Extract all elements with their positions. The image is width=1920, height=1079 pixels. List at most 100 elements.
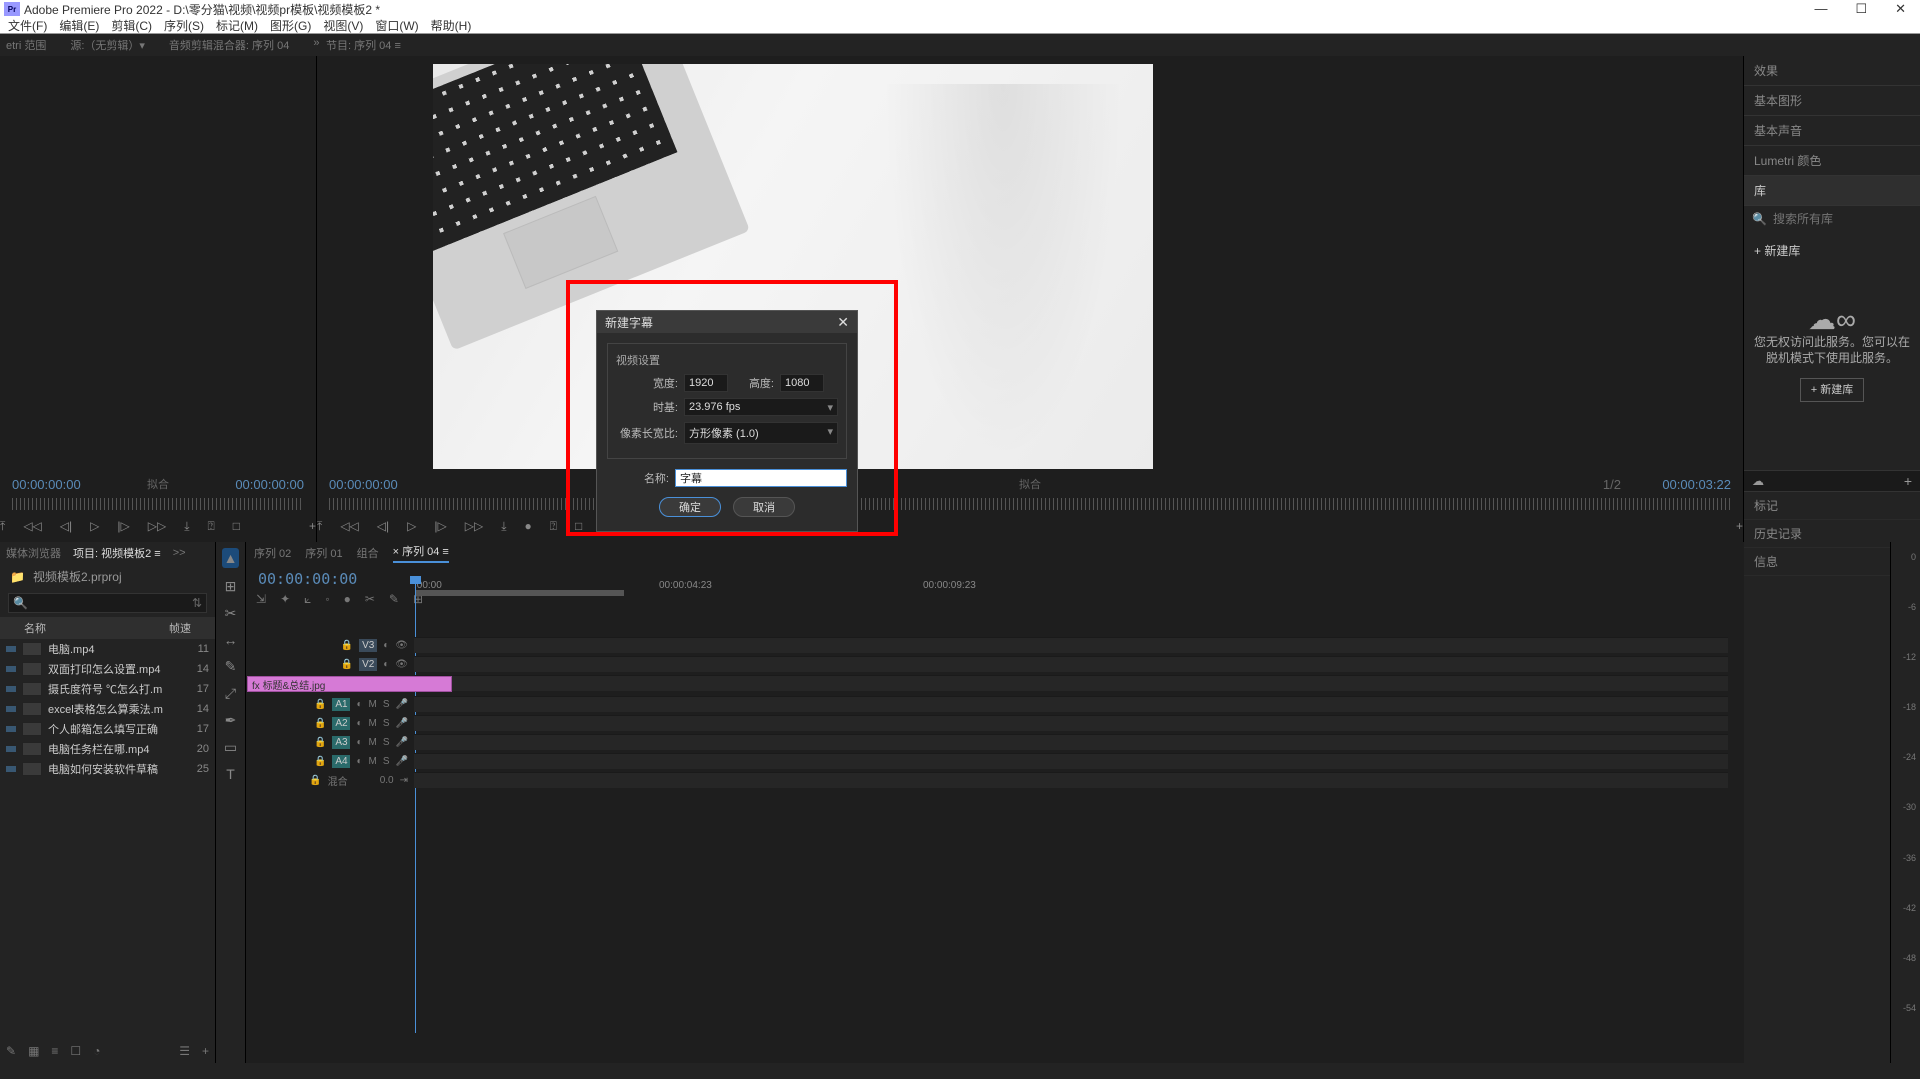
prog-step-fwd-icon[interactable]: ▷▷ xyxy=(465,519,483,533)
track-lane[interactable] xyxy=(414,637,1728,653)
proj-write-icon[interactable]: ✎ xyxy=(6,1044,16,1058)
cloud-sync-icon[interactable]: ☁ xyxy=(1752,474,1764,488)
title-name-input[interactable] xyxy=(675,469,847,487)
track-label-a1[interactable]: A1 xyxy=(332,698,350,711)
mute-button[interactable]: M xyxy=(369,737,377,748)
track-lane[interactable] xyxy=(414,715,1728,731)
window-minimize-button[interactable]: — xyxy=(1814,1,1827,17)
track-label-a3[interactable]: A3 xyxy=(332,736,350,749)
slip-tool-icon[interactable]: ✎ xyxy=(225,658,237,675)
lock-icon[interactable]: 🔒 xyxy=(309,775,321,786)
solo-button[interactable]: S xyxy=(383,756,390,767)
project-item[interactable]: 摄氏度符号 ℃怎么打.m17 xyxy=(0,679,215,699)
ok-button[interactable]: 确定 xyxy=(659,497,721,517)
eye-icon[interactable]: 👁 xyxy=(395,659,408,670)
proj-list-view-icon[interactable]: ▦ xyxy=(28,1044,39,1058)
track-label-a2[interactable]: A2 xyxy=(332,717,350,730)
width-input[interactable] xyxy=(684,374,728,392)
project-search[interactable]: 🔍 ⇅ xyxy=(8,593,207,613)
prog-next-frame-icon[interactable]: |▷ xyxy=(434,519,446,533)
end-of-seq-icon[interactable]: ⇥ xyxy=(400,775,408,786)
col-framerate[interactable]: 帧速 xyxy=(169,620,191,636)
timeline-clip[interactable]: fx 标题&总结.jpg xyxy=(247,676,452,692)
tab-source[interactable]: 源:（无剪辑）▾ xyxy=(70,37,145,53)
col-name[interactable]: 名称 xyxy=(24,620,46,636)
timebase-select[interactable]: 23.976 fps xyxy=(684,398,838,416)
track-select-tool-icon[interactable]: ⊞ xyxy=(225,578,237,595)
project-item[interactable]: excel表格怎么算乘法.m14 xyxy=(0,699,215,719)
tab-media-browser[interactable]: 媒体浏览器 xyxy=(6,545,61,561)
solo-button[interactable]: S xyxy=(383,737,390,748)
proj-freeform-icon[interactable]: ☐ xyxy=(70,1044,81,1058)
solo-button[interactable]: S xyxy=(383,718,390,729)
tab-scope[interactable]: etri 范围 xyxy=(6,37,46,53)
library-search-input[interactable] xyxy=(1773,212,1893,226)
proj-icon-view-icon[interactable]: ≡ xyxy=(51,1044,58,1058)
track-lane[interactable] xyxy=(414,734,1728,750)
tab-program[interactable]: 节目: 序列 04 ≡ xyxy=(326,37,401,53)
src-insert-icon[interactable]: ⍰ xyxy=(208,519,215,534)
track-label-a4[interactable]: A4 xyxy=(332,755,350,768)
ripple-tool-icon[interactable]: ✂ xyxy=(225,605,237,622)
toggle-output-icon[interactable]: ◐ xyxy=(356,756,362,767)
prog-step-back-icon[interactable]: ◁◁ xyxy=(340,519,358,533)
cancel-button[interactable]: 取消 xyxy=(733,497,795,517)
prog-mark-out-icon[interactable]: ⤓ xyxy=(501,519,506,534)
src-next-frame-icon[interactable]: |▷ xyxy=(117,519,129,533)
src-prev-frame-icon[interactable]: ◁| xyxy=(60,519,72,533)
selection-tool-icon[interactable]: ▲ xyxy=(222,548,240,568)
panel-markers[interactable]: 标记 xyxy=(1744,492,1920,520)
seq-tab-04[interactable]: × 序列 04 ≡ xyxy=(393,543,449,563)
prog-mark-in-icon[interactable]: ⤒ xyxy=(317,519,322,534)
razor-tool-icon[interactable]: ↔ xyxy=(224,632,238,648)
lock-icon[interactable]: 🔒 xyxy=(314,699,326,710)
mute-button[interactable]: M xyxy=(369,699,377,710)
seq-tab-01[interactable]: 序列 01 xyxy=(305,545,342,561)
window-close-button[interactable]: ✕ xyxy=(1895,1,1906,17)
pixel-aspect-select[interactable]: 方形像素 (1.0) xyxy=(684,422,838,444)
library-add-icon[interactable]: + xyxy=(1904,473,1912,489)
menu-graphics[interactable]: 图形(G) xyxy=(266,17,315,34)
seq-tab-02[interactable]: 序列 02 xyxy=(254,545,291,561)
tl-overwrite-icon[interactable]: ● xyxy=(344,592,351,607)
track-lane[interactable] xyxy=(414,696,1728,712)
prog-add-button-icon[interactable]: + xyxy=(1736,519,1743,533)
tab-more[interactable]: » xyxy=(313,37,319,53)
source-fit-label[interactable]: 拟合 xyxy=(147,476,169,492)
mute-button[interactable]: M xyxy=(369,718,377,729)
tl-snap-icon[interactable]: ⇲ xyxy=(256,592,266,607)
tl-insert-icon[interactable]: ◦ xyxy=(325,592,329,607)
voice-over-icon[interactable]: 🎤 xyxy=(396,718,408,729)
src-step-back-icon[interactable]: ◁◁ xyxy=(23,519,41,533)
height-input[interactable] xyxy=(780,374,824,392)
src-overwrite-icon[interactable]: □ xyxy=(233,519,240,533)
project-item[interactable]: 双面打印怎么设置.mp414 xyxy=(0,659,215,679)
source-scrub-bar[interactable] xyxy=(12,498,304,510)
timeline-workarea-bar[interactable] xyxy=(415,590,624,596)
menu-help[interactable]: 帮助(H) xyxy=(427,17,476,34)
track-lane[interactable] xyxy=(414,753,1728,769)
pen-tool-icon[interactable]: ⤢ xyxy=(225,685,236,702)
menu-view[interactable]: 视图(V) xyxy=(319,17,367,34)
type-tool-icon[interactable]: T xyxy=(226,766,235,782)
tab-project[interactable]: 项目: 视频模板2 ≡ xyxy=(73,545,161,561)
mute-button[interactable]: M xyxy=(369,756,377,767)
prog-lift-icon[interactable]: ● xyxy=(525,519,532,533)
project-item[interactable]: 电脑.mp411 xyxy=(0,639,215,659)
menu-clip[interactable]: 剪辑(C) xyxy=(107,17,156,34)
prog-extract-icon[interactable]: ⍰ xyxy=(550,519,557,534)
menu-file[interactable]: 文件(F) xyxy=(4,17,51,34)
track-label-v2[interactable]: V2 xyxy=(359,658,377,671)
toggle-output-icon[interactable]: ◐ xyxy=(383,659,389,670)
menu-window[interactable]: 窗口(W) xyxy=(371,17,422,34)
new-library-button[interactable]: + 新建库 xyxy=(1744,232,1920,269)
track-lane[interactable] xyxy=(414,772,1728,788)
program-fit-label[interactable]: 拟合 xyxy=(1019,476,1041,492)
menu-edit[interactable]: 编辑(E) xyxy=(55,17,103,34)
timeline-timecode[interactable]: 00:00:00:00 xyxy=(258,570,357,588)
toggle-output-icon[interactable]: ◐ xyxy=(356,699,362,710)
project-item[interactable]: 个人邮箱怎么填写正确17 xyxy=(0,719,215,739)
lock-icon[interactable]: 🔒 xyxy=(314,718,326,729)
track-lane[interactable] xyxy=(414,656,1728,672)
voice-over-icon[interactable]: 🎤 xyxy=(396,699,408,710)
